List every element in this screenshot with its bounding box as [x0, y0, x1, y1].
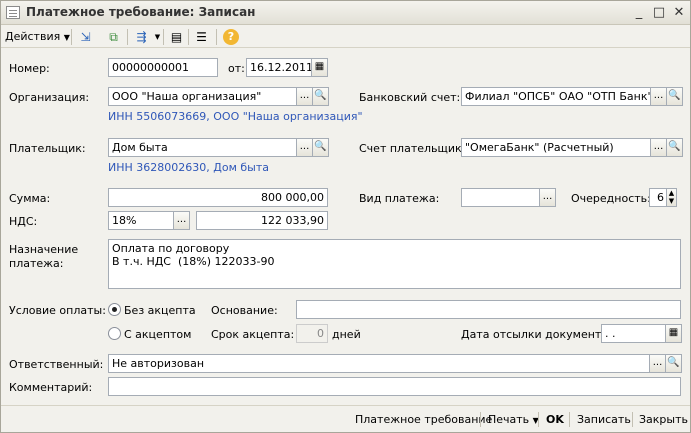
toolbar-separator [216, 29, 217, 45]
priority-label: Очередность: [571, 192, 651, 205]
dropdown-arrow-icon: ▼ [63, 33, 70, 42]
payment-type-field[interactable] [461, 188, 540, 207]
move-document-icon[interactable]: ⇲ [77, 29, 94, 45]
bank-account-field[interactable]: Филиал "ОПСБ" ОАО "ОТП Банк" (Р [461, 87, 651, 106]
responsible-select-button[interactable]: ... [649, 354, 666, 373]
payer-account-search-icon[interactable]: 🔍 [666, 138, 683, 157]
number-field[interactable]: 00000000001 [108, 58, 218, 77]
title-bar: Платежное требование: Записан _ □ ✕ [1, 1, 690, 25]
actions-menu[interactable]: Действия ▼ [5, 29, 70, 45]
print-label: Печать [488, 413, 530, 426]
document-journal-icon[interactable]: ▤ [168, 29, 185, 45]
priority-field[interactable]: 6 [649, 188, 667, 207]
docs-date-label: Дата отсылки документов: [461, 328, 619, 341]
maximize-button[interactable]: □ [651, 5, 667, 21]
comment-field[interactable] [108, 377, 681, 396]
docs-date-field[interactable]: . . [601, 324, 666, 343]
toolbar-separator [188, 29, 189, 45]
purpose-label-line2: платежа: [9, 257, 64, 270]
responsible-search-icon[interactable]: 🔍 [665, 354, 682, 373]
with-acceptance-radio[interactable] [108, 327, 121, 340]
payer-account-label: Счет плательщика: [359, 142, 473, 155]
payer-select-button[interactable]: ... [296, 138, 313, 157]
with-acceptance-label[interactable]: С акцептом [124, 328, 191, 341]
organization-search-icon[interactable]: 🔍 [312, 87, 329, 106]
acceptance-term-label: Срок акцепта: [211, 328, 295, 341]
basis-field[interactable] [296, 300, 681, 319]
payer-account-select-button[interactable]: ... [650, 138, 667, 157]
toolbar-separator [163, 29, 164, 45]
payer-label: Плательщик: [9, 142, 86, 155]
sum-field[interactable]: 800 000,00 [108, 188, 328, 207]
responsible-label: Ответственный: [9, 358, 104, 371]
window-title: Платежное требование: Записан [26, 5, 256, 19]
payer-search-icon[interactable]: 🔍 [312, 138, 329, 157]
toolbar-separator [71, 29, 72, 45]
copy-document-icon[interactable]: ⧉ [105, 29, 122, 45]
actions-label: Действия [5, 30, 61, 43]
days-label: дней [332, 328, 361, 341]
organization-field[interactable]: ООО "Наша организация" [108, 87, 297, 106]
docs-date-calendar-icon[interactable]: ▦ [665, 324, 682, 343]
calendar-icon[interactable]: ▦ [311, 58, 328, 77]
toolbar: Действия ▼ ⇲ ⧉ ⇶ ▼ ▤ ☰ ? [1, 26, 690, 48]
help-icon[interactable]: ? [223, 29, 239, 45]
close-button[interactable]: Закрыть [639, 413, 688, 426]
bank-account-label: Банковский счет: [359, 91, 461, 104]
print-menu-button[interactable]: Печать ▼ [488, 413, 539, 426]
close-window-button[interactable]: ✕ [671, 5, 687, 21]
bottom-bar: Платежное требование Печать ▼ OK Записат… [1, 405, 690, 432]
purpose-textarea[interactable]: Оплата по договору В т.ч. НДС (18%) 1220… [108, 239, 681, 289]
purpose-label-line1: Назначение [9, 243, 79, 256]
organization-label: Организация: [9, 91, 90, 104]
number-label: Номер: [9, 62, 50, 75]
responsible-field[interactable]: Не авторизован [108, 354, 666, 373]
organization-select-button[interactable]: ... [296, 87, 313, 106]
payment-condition-label: Условие оплаты: [9, 304, 106, 317]
bottom-separator [480, 412, 481, 427]
basis-label: Основание: [211, 304, 278, 317]
without-acceptance-label[interactable]: Без акцепта [124, 304, 196, 317]
vat-sum-field[interactable]: 122 033,90 [196, 211, 328, 230]
bottom-separator [632, 412, 633, 427]
bottom-separator [569, 412, 570, 427]
ok-button[interactable]: OK [546, 413, 564, 426]
vat-rate-select-button[interactable]: ... [173, 211, 190, 230]
payer-field[interactable]: Дом быта [108, 138, 297, 157]
document-icon [6, 6, 20, 19]
payment-request-print-button[interactable]: Платежное требование [355, 413, 492, 426]
bottom-separator [538, 412, 539, 427]
minimize-button[interactable]: _ [631, 5, 647, 21]
based-on-icon[interactable]: ⇶ [133, 29, 150, 45]
payment-request-window: Платежное требование: Записан _ □ ✕ Дейс… [0, 0, 691, 433]
date-field[interactable]: 16.12.2011 [246, 58, 312, 77]
vat-label: НДС: [9, 215, 38, 228]
priority-stepper[interactable]: ▲ ▼ [666, 188, 677, 207]
toolbar-separator [127, 29, 128, 45]
acceptance-term-field[interactable]: 0 [296, 324, 328, 343]
without-acceptance-radio[interactable] [108, 303, 121, 316]
bank-account-select-button[interactable]: ... [650, 87, 667, 106]
bank-account-search-icon[interactable]: 🔍 [666, 87, 683, 106]
vat-rate-field[interactable]: 18% [108, 211, 174, 230]
sum-label: Сумма: [9, 192, 51, 205]
payer-account-field[interactable]: "ОмегаБанк" (Расчетный) [461, 138, 651, 157]
payer-inn-link[interactable]: ИНН 3628002630, Дом быта [108, 161, 269, 174]
comment-label: Комментарий: [9, 381, 93, 394]
organization-inn-link[interactable]: ИНН 5506073669, ООО "Наша организация" [108, 110, 363, 123]
from-label: от: [228, 62, 245, 75]
save-button[interactable]: Записать [577, 413, 631, 426]
structure-icon[interactable]: ☰ [193, 29, 210, 45]
payment-type-label: Вид платежа: [359, 192, 440, 205]
payment-type-select-button[interactable]: ... [539, 188, 556, 207]
